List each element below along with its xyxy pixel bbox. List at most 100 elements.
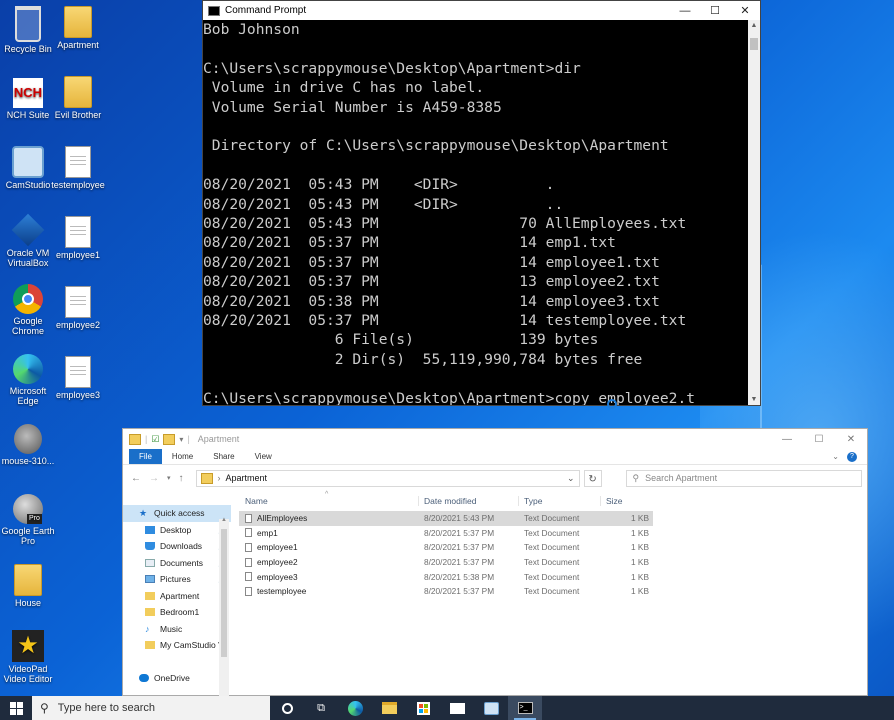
- explorer-title-bar[interactable]: | ☑ ▾ | Apartment — ☐ ✕: [123, 429, 867, 449]
- desktop-icon-apartment[interactable]: Apartment: [50, 6, 106, 50]
- desktop-icon-google-earth[interactable]: Pro Google Earth Pro: [0, 494, 56, 546]
- taskbar-store[interactable]: [406, 696, 440, 720]
- cortana-button[interactable]: [270, 696, 304, 720]
- desktop-icon-mouse-image[interactable]: mouse-310...: [0, 424, 56, 466]
- desktop-icon-employee2[interactable]: employee2: [50, 286, 106, 330]
- nav-item[interactable]: Bedroom1: [123, 604, 231, 621]
- tab-share[interactable]: Share: [203, 449, 244, 464]
- cmd-console-output[interactable]: Bob Johnson C:\Users\scrappymouse\Desktop…: [203, 20, 748, 405]
- taskbar-search-box[interactable]: ⚲ Type here to search: [32, 696, 270, 720]
- file-name-cell: testemployee: [239, 586, 419, 596]
- taskbar-edge[interactable]: [338, 696, 372, 720]
- nav-item-label: Apartment: [160, 590, 200, 601]
- nav-item[interactable]: ★ Quick access: [123, 505, 231, 522]
- cmd-line: 08/20/2021 05:38 PM 14 employee3.txt: [203, 292, 660, 310]
- tab-view[interactable]: View: [245, 449, 282, 464]
- desktop-icon-virtualbox[interactable]: Oracle VM VirtualBox: [0, 213, 56, 268]
- minimize-button[interactable]: —: [771, 434, 803, 445]
- desktop-icon-employee3[interactable]: employee3: [50, 356, 106, 400]
- expand-ribbon-icon[interactable]: ⌄: [832, 452, 839, 461]
- close-button[interactable]: ✕: [835, 434, 867, 445]
- file-row[interactable]: employee3 8/20/2021 5:38 PM Text Document 1…: [239, 569, 653, 584]
- taskbar-mail[interactable]: [440, 696, 474, 720]
- desktop-icon-edge[interactable]: Microsoft Edge: [0, 354, 56, 406]
- file-date: 8/20/2021 5:37 PM: [424, 542, 495, 553]
- file-name: employee3: [257, 571, 298, 582]
- file-row[interactable]: testemployee 8/20/2021 5:37 PM Text Docume…: [239, 584, 653, 599]
- file-row[interactable]: AllEmployees 8/20/2021 5:43 PM Text Docume…: [239, 511, 653, 526]
- file-row[interactable]: employee1 8/20/2021 5:37 PM Text Document 1…: [239, 540, 653, 555]
- nav-item[interactable]: My CamStudio V: [123, 637, 231, 654]
- navigation-bar: ← → ▾ ↑ › Apartment ⌄ ↻ ⚲ Search Apartme…: [123, 465, 867, 491]
- properties-icon[interactable]: ☑: [151, 434, 159, 445]
- scroll-thumb[interactable]: [221, 529, 227, 657]
- taskbar-command-prompt[interactable]: >_: [508, 696, 542, 720]
- file-name: emp1: [257, 527, 278, 538]
- maximize-button[interactable]: ☐: [803, 434, 835, 445]
- search-box[interactable]: ⚲ Search Apartment: [625, 469, 862, 487]
- file-name-cell: emp1: [239, 528, 419, 538]
- nav-item[interactable]: ♪ Music: [123, 621, 231, 638]
- forward-arrow-icon[interactable]: →: [149, 473, 159, 484]
- refresh-icon[interactable]: ↻: [583, 469, 602, 487]
- desktop-icon-house[interactable]: House: [0, 564, 56, 608]
- nav-item[interactable]: Documents📌: [123, 555, 231, 572]
- new-folder-icon[interactable]: [163, 433, 176, 445]
- nav-item[interactable]: Pictures📌: [123, 571, 231, 588]
- desktop-icon-videopad[interactable]: ★ VideoPad Video Editor: [0, 630, 56, 684]
- nav-item-label: Music: [160, 623, 183, 634]
- column-name[interactable]: Name: [239, 496, 419, 506]
- start-button[interactable]: [0, 696, 32, 720]
- maximize-button[interactable]: ☐: [700, 4, 730, 17]
- up-arrow-icon[interactable]: ↑: [179, 473, 184, 484]
- tab-file[interactable]: File: [129, 449, 162, 464]
- file-row[interactable]: emp1 8/20/2021 5:37 PM Text Document 1 KB: [239, 526, 653, 541]
- nav-pane-scrollbar[interactable]: ▲: [219, 517, 229, 699]
- scroll-thumb[interactable]: [750, 38, 758, 50]
- column-size[interactable]: Size: [601, 496, 653, 506]
- file-row[interactable]: employee2 8/20/2021 5:37 PM Text Document 1…: [239, 555, 653, 570]
- cmd-scrollbar[interactable]: ▲ ▼: [748, 20, 760, 405]
- breadcrumb-chevron-icon[interactable]: ›: [218, 473, 221, 483]
- desktop-icon-camstudio[interactable]: CamStudio: [0, 146, 56, 190]
- minimize-button[interactable]: —: [670, 5, 700, 17]
- desktop-icon-recycle-bin[interactable]: Recycle Bin: [0, 6, 56, 54]
- nch-suite-icon: NCH: [13, 78, 43, 108]
- videopad-icon: ★: [12, 630, 44, 662]
- search-icon: ⚲: [632, 472, 640, 483]
- cmd-line: Volume in drive C has no label.: [203, 79, 485, 97]
- desktop-icon-testemployee[interactable]: testemployee: [50, 146, 106, 190]
- taskbar-file-explorer[interactable]: [372, 696, 406, 720]
- command-prompt-icon: >_: [517, 702, 533, 714]
- help-icon[interactable]: ?: [847, 451, 857, 462]
- tab-home[interactable]: Home: [162, 449, 203, 464]
- address-dropdown-icon[interactable]: ⌄: [567, 473, 575, 484]
- recent-locations-icon[interactable]: ▾: [167, 474, 171, 482]
- taskbar-camstudio[interactable]: [474, 696, 508, 720]
- scroll-up-arrow-icon[interactable]: ▲: [748, 22, 760, 29]
- scroll-up-arrow-icon[interactable]: ▲: [219, 517, 229, 523]
- desktop-icon-chrome[interactable]: Google Chrome: [0, 284, 56, 336]
- close-button[interactable]: ✕: [730, 4, 760, 17]
- text-file-icon: [245, 586, 252, 596]
- customize-toolbar-icon[interactable]: ▾: [179, 435, 183, 444]
- nav-item[interactable]: OneDrive: [123, 670, 231, 687]
- desktop-icon-evil-brother[interactable]: Evil Brother: [50, 76, 106, 120]
- desktop-icon-employee1[interactable]: employee1: [50, 216, 106, 260]
- nav-item[interactable]: Downloads📌: [123, 538, 231, 555]
- command-prompt-window[interactable]: Command Prompt — ☐ ✕ Bob Johnson C:\Users…: [202, 0, 761, 406]
- column-date-modified[interactable]: Date modified: [419, 496, 519, 506]
- nav-item[interactable]: Desktop📌: [123, 522, 231, 539]
- file-explorer-window[interactable]: | ☑ ▾ | Apartment — ☐ ✕ File Home Share …: [122, 428, 868, 699]
- address-bar[interactable]: › Apartment ⌄: [195, 469, 580, 487]
- task-view-button[interactable]: ⧉: [304, 696, 338, 720]
- back-arrow-icon[interactable]: ←: [131, 473, 141, 484]
- column-type[interactable]: Type: [519, 496, 601, 506]
- desktop-icon-nch-suite[interactable]: NCH NCH Suite: [0, 78, 56, 120]
- nav-item[interactable]: Apartment: [123, 588, 231, 605]
- scroll-down-arrow-icon[interactable]: ▼: [748, 396, 760, 403]
- music-icon: ♪: [145, 623, 150, 634]
- desktop-icon-label: Evil Brother: [54, 110, 102, 120]
- file-size: 1 KB: [631, 557, 649, 568]
- cmd-title-bar[interactable]: Command Prompt — ☐ ✕: [203, 1, 760, 20]
